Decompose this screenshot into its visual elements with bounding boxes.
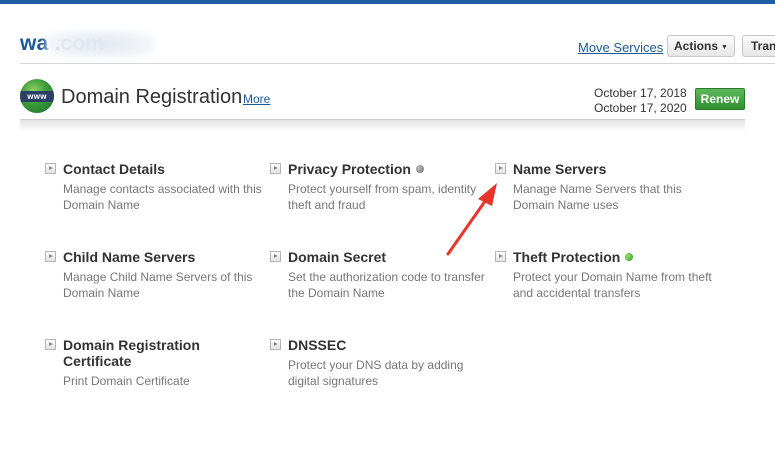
annotation-arrow-icon [446, 183, 497, 256]
